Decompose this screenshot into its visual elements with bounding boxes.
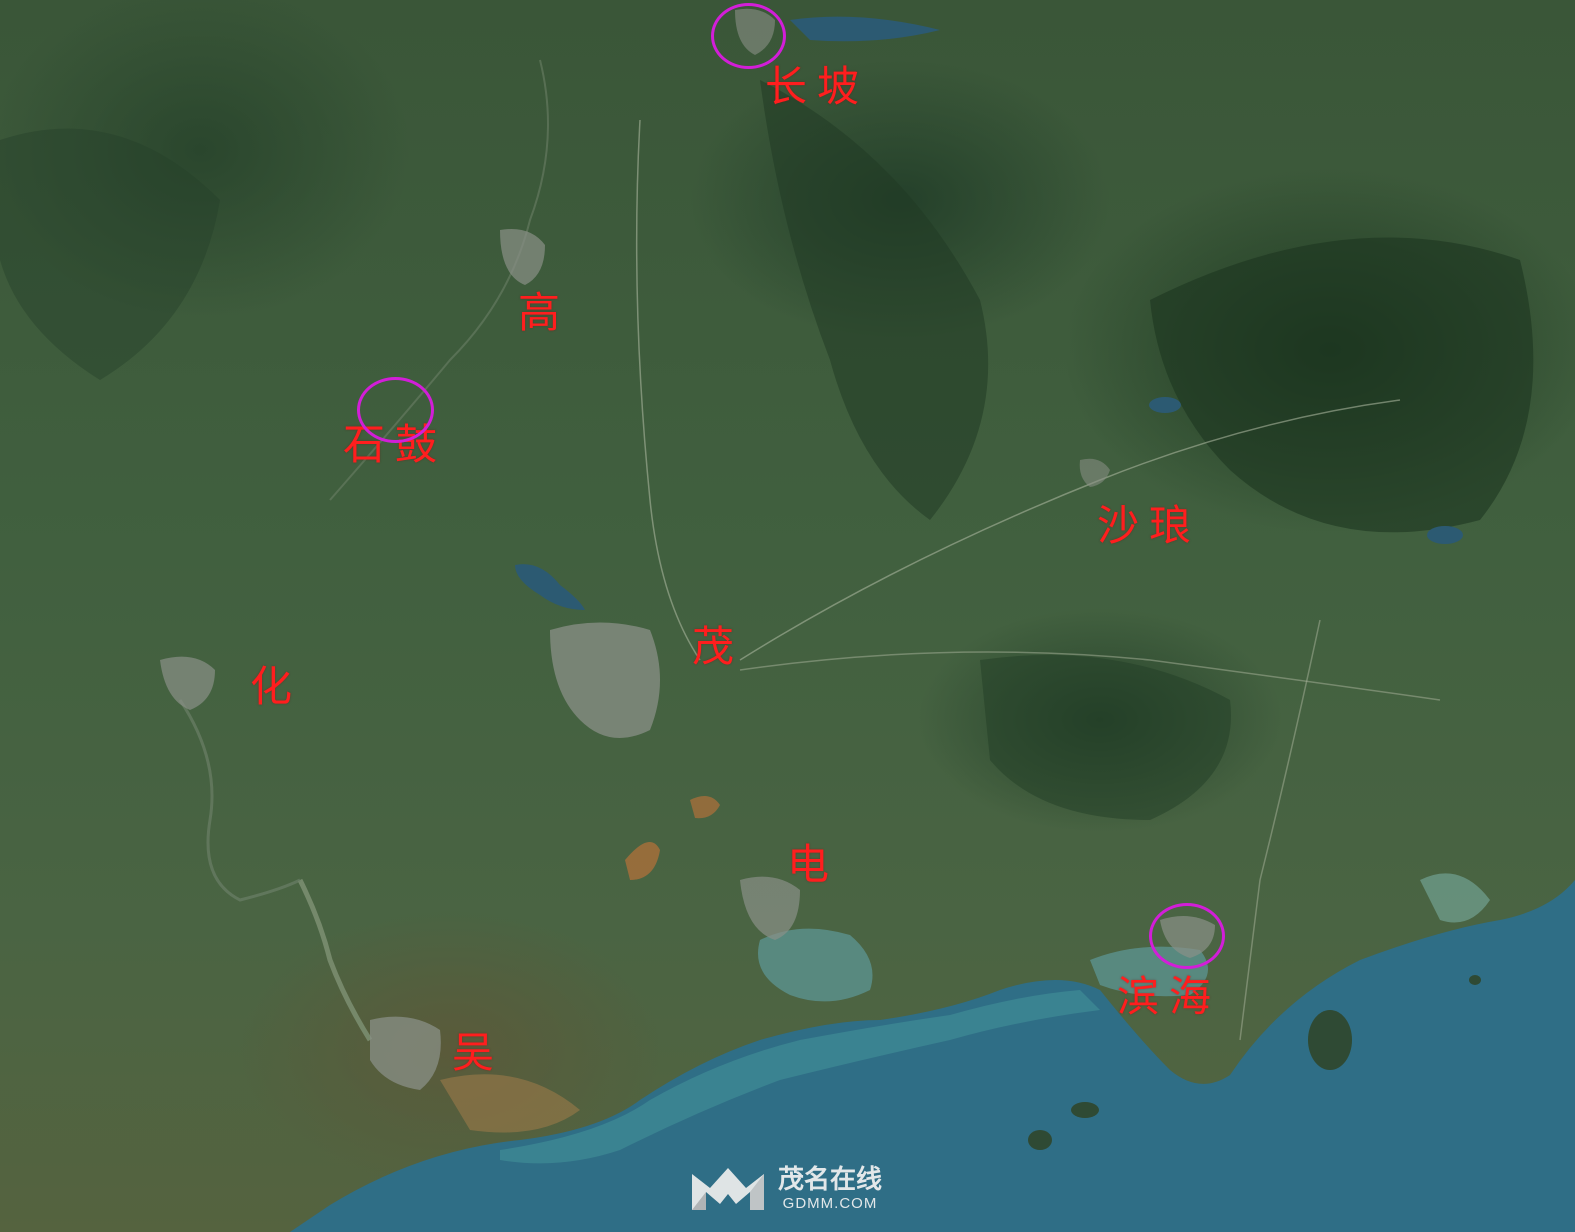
label-changpo: 长坡 xyxy=(765,62,870,111)
river xyxy=(297,878,373,1042)
label-mao: 茂 xyxy=(692,622,745,671)
urban-area xyxy=(160,656,215,710)
highlight-circle-changpo xyxy=(711,3,786,69)
watermark-name: 茂名在线 xyxy=(778,1165,883,1196)
label-hua: 化 xyxy=(250,662,303,711)
mountain-ridge xyxy=(760,80,989,520)
mountain-ridge xyxy=(0,128,220,380)
urban-area xyxy=(550,622,660,738)
label-binhai: 滨海 xyxy=(1117,972,1222,1021)
label-gao: 高 xyxy=(518,288,571,337)
label-wu: 吴 xyxy=(452,1028,505,1077)
reservoir xyxy=(1427,526,1463,544)
island xyxy=(1028,1130,1052,1150)
road xyxy=(635,119,701,661)
mountain-ridge xyxy=(980,655,1231,820)
road xyxy=(1239,619,1321,1041)
reservoir xyxy=(515,564,585,610)
reservoir xyxy=(1149,397,1181,413)
watermark-url: GDMM.COM xyxy=(782,1194,878,1212)
highlight-circle-shigu xyxy=(357,377,434,443)
bare-soil xyxy=(625,842,660,880)
island xyxy=(1308,1010,1352,1070)
urban-area xyxy=(370,1016,441,1090)
highlight-circle-binhai xyxy=(1149,903,1225,969)
satellite-map[interactable]: 长坡 高 石鼓 沙琅 茂 化 电 吴 滨海 茂名在线 GDMM.COM xyxy=(0,0,1575,1232)
label-shalang: 沙琅 xyxy=(1097,501,1202,550)
island xyxy=(1071,1102,1099,1118)
mountain-ridge xyxy=(1150,237,1534,533)
estuary xyxy=(1420,873,1490,923)
urban-area xyxy=(500,229,545,285)
watermark: 茂名在线 GDMM.COM xyxy=(688,1164,882,1214)
island xyxy=(1469,975,1481,985)
bare-soil xyxy=(440,1074,580,1133)
urban-area xyxy=(1079,458,1110,487)
reservoir xyxy=(790,16,940,42)
terrain-layer xyxy=(0,8,1575,1232)
label-dian: 电 xyxy=(787,840,840,889)
gdmm-logo-icon xyxy=(692,1168,764,1210)
river xyxy=(178,699,301,902)
bare-soil xyxy=(690,796,720,819)
